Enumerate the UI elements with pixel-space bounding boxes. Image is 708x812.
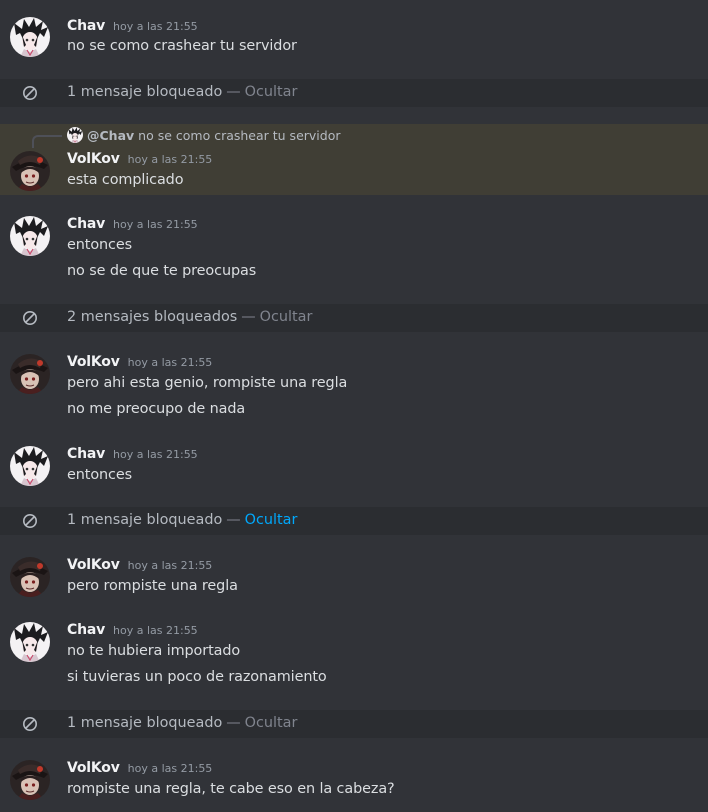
avatar[interactable] <box>10 446 50 486</box>
blocked-messages-bar: 1 mensaje bloqueado — Ocultar <box>0 79 708 107</box>
message-text: entonces <box>67 237 133 253</box>
author-name[interactable]: Chav <box>67 18 105 34</box>
dark-hat-avatar-icon <box>10 760 50 800</box>
message-group-reply[interactable]: @Chav no se como crashear tu servidor Vo… <box>0 124 708 195</box>
message-text: entonces <box>67 467 133 483</box>
author-name[interactable]: Chav <box>67 622 105 638</box>
message-text: si tuvieras un poco de razonamiento <box>67 669 327 685</box>
avatar[interactable] <box>10 216 50 256</box>
author-name[interactable]: VolKov <box>67 151 120 167</box>
message-group[interactable]: VolKov hoy a las 21:55 pero ahi esta gen… <box>0 332 708 424</box>
blocked-circle-icon <box>22 310 38 326</box>
reply-avatar <box>67 127 83 143</box>
blocked-circle-icon <box>22 85 38 101</box>
author-name[interactable]: VolKov <box>67 760 120 776</box>
message-text: no me preocupo de nada <box>67 401 246 417</box>
message-text: no te hubiera importado <box>67 643 241 659</box>
anime-avatar-icon <box>10 622 50 662</box>
message-timestamp: hoy a las 21:55 <box>113 624 198 637</box>
avatar[interactable] <box>10 17 50 57</box>
hide-blocked-link[interactable]: Ocultar <box>245 512 298 528</box>
reply-text[interactable]: no se como crashear tu servidor <box>138 128 340 143</box>
message-text: pero ahi esta genio, rompiste una regla <box>67 375 348 391</box>
blocked-messages-bar: 2 mensajes bloqueados — Ocultar <box>0 304 708 332</box>
message-timestamp: hoy a las 21:55 <box>127 153 213 166</box>
avatar[interactable] <box>10 151 50 191</box>
message-text: no se como crashear tu servidor <box>67 38 297 54</box>
separator: — <box>241 309 256 325</box>
reply-preview[interactable]: @Chav no se como crashear tu servidor <box>32 126 341 148</box>
message-text: pero rompiste una regla <box>67 578 238 594</box>
blocked-count-text: 1 mensaje bloqueado <box>67 84 223 100</box>
author-name[interactable]: Chav <box>67 216 105 232</box>
message-group[interactable]: Chav hoy a las 21:55 entonces no se de q… <box>0 195 708 302</box>
avatar[interactable] <box>10 760 50 800</box>
message-text: esta complicado <box>67 172 184 188</box>
blocked-count-text: 2 mensajes bloqueados <box>67 309 238 325</box>
blocked-circle-icon <box>22 716 38 732</box>
anime-avatar-icon <box>67 127 83 143</box>
separator: — <box>226 512 241 528</box>
message-group[interactable]: VolKov hoy a las 21:55 rompiste una regl… <box>0 739 708 812</box>
blocked-count-text: 1 mensaje bloqueado <box>67 715 223 731</box>
message-text: no se de que te preocupas <box>67 263 257 279</box>
message-text: rompiste una regla, te cabe eso en la ca… <box>67 781 395 797</box>
message-group[interactable]: Chav hoy a las 21:55 no se como crashear… <box>0 0 708 78</box>
dark-hat-avatar-icon <box>10 557 50 597</box>
message-timestamp: hoy a las 21:55 <box>127 559 213 572</box>
blocked-count-text: 1 mensaje bloqueado <box>67 512 223 528</box>
anime-avatar-icon <box>10 446 50 486</box>
message-group[interactable]: Chav hoy a las 21:55 no te hubiera impor… <box>0 607 708 709</box>
message-timestamp: hoy a las 21:55 <box>127 356 213 369</box>
avatar[interactable] <box>10 354 50 394</box>
avatar[interactable] <box>10 622 50 662</box>
blocked-messages-bar: 1 mensaje bloqueado — Ocultar <box>0 507 708 535</box>
separator: — <box>226 84 241 100</box>
hide-blocked-link[interactable]: Ocultar <box>245 715 298 731</box>
hide-blocked-link[interactable]: Ocultar <box>245 84 298 100</box>
message-timestamp: hoy a las 21:55 <box>113 218 198 231</box>
hide-blocked-link[interactable]: Ocultar <box>260 309 313 325</box>
blocked-messages-bar: 1 mensaje bloqueado — Ocultar <box>0 710 708 738</box>
message-group[interactable]: Chav hoy a las 21:55 entonces <box>0 424 708 505</box>
message-timestamp: hoy a las 21:55 <box>113 20 198 33</box>
dark-hat-avatar-icon <box>10 354 50 394</box>
blocked-circle-icon <box>22 513 38 529</box>
author-name[interactable]: Chav <box>67 446 105 462</box>
reply-mention[interactable]: @Chav <box>87 128 134 143</box>
anime-avatar-icon <box>10 216 50 256</box>
author-name[interactable]: VolKov <box>67 557 120 573</box>
author-name[interactable]: VolKov <box>67 354 120 370</box>
message-feed: Chav hoy a las 21:55 no se como crashear… <box>0 0 708 812</box>
dark-hat-avatar-icon <box>10 151 50 191</box>
separator: — <box>226 715 241 731</box>
anime-avatar-icon <box>10 17 50 57</box>
reply-spine <box>32 135 62 148</box>
avatar[interactable] <box>10 557 50 597</box>
message-group[interactable]: VolKov hoy a las 21:55 pero rompiste una… <box>0 536 708 607</box>
message-timestamp: hoy a las 21:55 <box>113 448 198 461</box>
message-timestamp: hoy a las 21:55 <box>127 762 213 775</box>
